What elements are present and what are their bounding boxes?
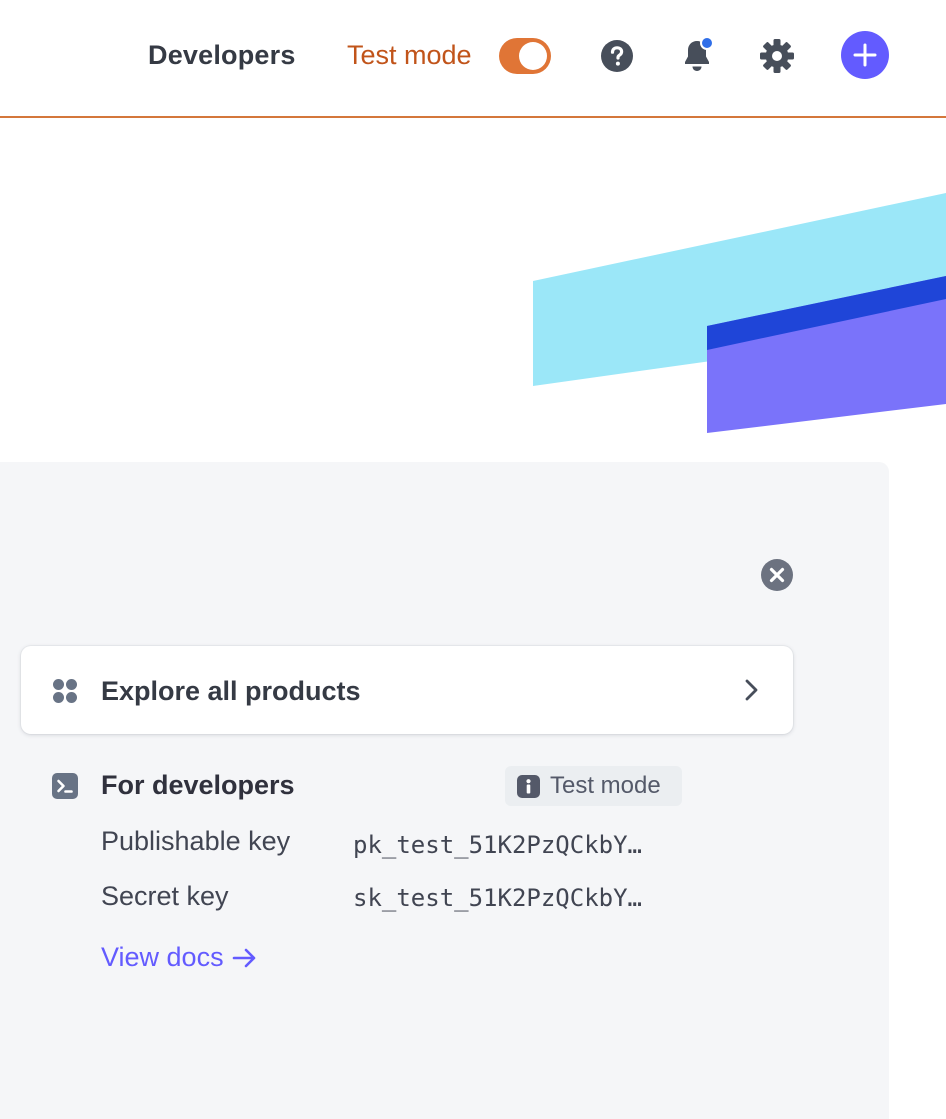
test-mode-label: Test mode xyxy=(347,40,472,70)
gear-icon[interactable] xyxy=(757,36,797,76)
decorative-banner-graphic xyxy=(533,193,946,433)
close-button[interactable] xyxy=(761,559,793,591)
close-icon xyxy=(761,559,793,591)
developers-link[interactable]: Developers xyxy=(148,40,296,71)
terminal-icon xyxy=(52,773,78,799)
view-docs-link[interactable]: View docs xyxy=(101,942,258,973)
view-docs-label: View docs xyxy=(101,942,224,972)
top-bar: Developers Test mode xyxy=(0,0,946,118)
apps-grid-icon xyxy=(53,679,77,703)
test-mode-badge: Test mode xyxy=(505,766,682,806)
test-mode-badge-label: Test mode xyxy=(550,772,661,799)
chevron-right-icon xyxy=(745,679,758,701)
help-icon[interactable] xyxy=(597,36,637,76)
info-icon xyxy=(517,774,540,798)
arrow-right-icon xyxy=(232,948,255,967)
explore-all-products-label: Explore all products xyxy=(101,676,361,706)
secret-key-value[interactable]: sk_test_51K2PzQCkbY… xyxy=(353,884,642,912)
for-developers-title: For developers xyxy=(101,770,295,800)
secret-key-label: Secret key xyxy=(101,881,229,911)
notification-dot xyxy=(700,36,714,50)
toggle-knob xyxy=(519,42,547,70)
test-mode-toggle[interactable] xyxy=(499,38,551,74)
plus-icon xyxy=(853,43,877,67)
publishable-key-value[interactable]: pk_test_51K2PzQCkbY… xyxy=(353,831,642,859)
explore-all-products-card[interactable]: Explore all products xyxy=(21,646,793,734)
create-plus-button[interactable] xyxy=(841,31,889,79)
publishable-key-label: Publishable key xyxy=(101,826,291,856)
